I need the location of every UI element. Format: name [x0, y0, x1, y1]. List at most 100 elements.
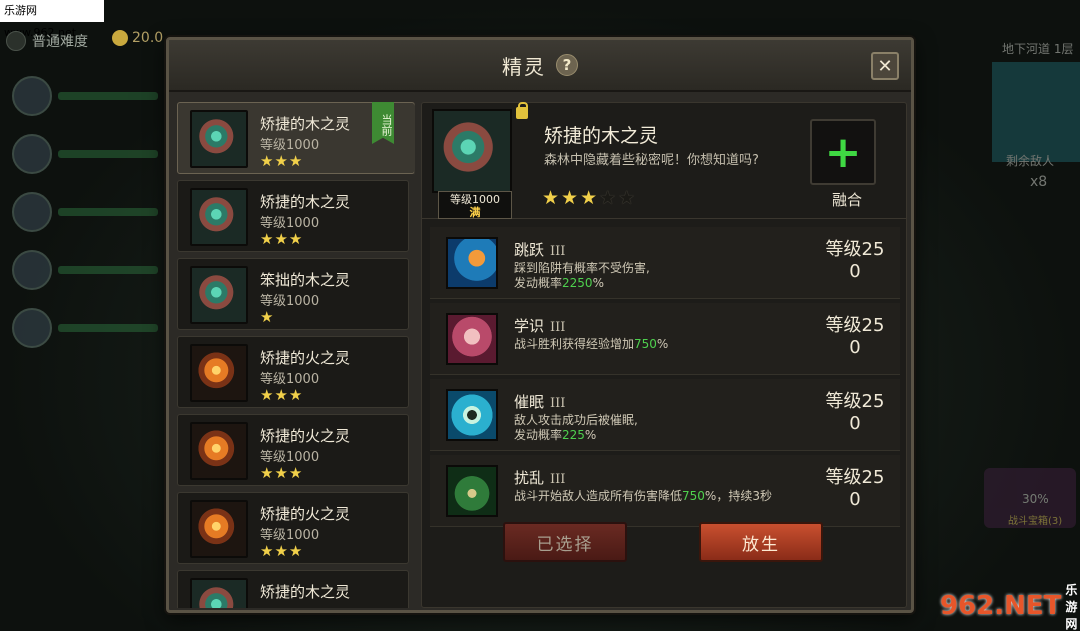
spirit-detail: 等级1000 满 矫捷的木之灵 森林中隐藏着些秘密呢！你想知道吗? ★★★★★ … [421, 102, 907, 608]
chest-percent: 30% [1022, 492, 1049, 506]
skill-row[interactable]: 学识 III 战斗胜利获得经验增加750% 等级250 [430, 303, 900, 375]
remaining-enemies-label: 剩余敌人 [1006, 154, 1055, 168]
skill-desc-line: 踩到陷阱有概率不受伤害, [514, 261, 650, 275]
spirit-portrait [190, 110, 248, 168]
chest-label: 战斗宝箱(3) [1008, 516, 1063, 527]
detail-level-badge: 等级1000 满 [438, 191, 512, 219]
dialog-title: 精灵 [502, 54, 546, 79]
spirit-level: 等级1000 [260, 372, 320, 387]
spirit-stars: ★★★ [260, 152, 304, 170]
close-button[interactable]: ✕ [871, 52, 899, 80]
coin-value: 20.0 [132, 30, 164, 46]
right-hud: 地下河道 1层 剩余敌人 x8 30% 战斗宝箱(3) [912, 36, 1080, 596]
detail-star-rating: ★★★★★ [542, 187, 637, 209]
watermark-logo: 962.NET [940, 591, 1062, 621]
detail-level: 等级1000 [450, 193, 500, 206]
skill-title: 催眠 [514, 393, 545, 411]
skill-desc-value: 2250 [562, 276, 593, 290]
selected-button[interactable]: 已选择 [503, 522, 627, 562]
difficulty-indicator: 普通难度 [6, 28, 88, 54]
skill-desc-line: 战斗开始敌人造成所有伤害降低750%，持续3秒 [514, 489, 814, 504]
spirit-stars: ★ [260, 308, 275, 326]
release-button[interactable]: 放生 [699, 522, 823, 562]
spirit-name: 矫捷的火之灵 [260, 505, 351, 523]
skill-title: 学识 [514, 317, 545, 335]
skill-level: 等级250 [825, 467, 885, 510]
chaos-icon [446, 465, 498, 517]
skill-desc-line: 敌人攻击成功后被催眠, [514, 413, 638, 427]
skill-description: 敌人攻击成功后被催眠, 发动概率225% [514, 413, 814, 443]
skill-row[interactable]: 催眠 III 敌人攻击成功后被催眠, 发动概率225% 等级250 [430, 379, 900, 451]
spirit-portrait [190, 422, 248, 480]
hero-column [12, 76, 158, 348]
skill-title: 跳跃 [514, 241, 545, 259]
skill-rank: III [550, 244, 566, 259]
current-tag: 当前 [372, 102, 394, 144]
skill-description: 战斗开始敌人造成所有伤害降低750%，持续3秒 [514, 489, 814, 504]
spirit-list-item[interactable]: 矫捷的火之灵 等级1000 ★★★ [177, 336, 409, 408]
skill-name: 催眠 III [514, 391, 565, 412]
watermark-top: 乐游网 www.962.net [0, 0, 104, 39]
spirit-list-item[interactable]: 笨拙的木之灵 等级1000 ★ [177, 258, 409, 330]
hero-hp-bar [58, 266, 158, 274]
help-icon[interactable]: ? [556, 54, 578, 76]
hero-hp-bar [58, 324, 158, 332]
skill-description: 战斗胜利获得经验增加750% [514, 337, 814, 352]
lock-icon[interactable] [516, 102, 528, 119]
skill-rank: III [550, 472, 566, 487]
spirit-list-item[interactable]: 矫捷的木之灵 等级1000 ★★★ 当前 [177, 102, 415, 175]
spirit-stars: ★★★ [260, 386, 304, 404]
spirit-level: 等级1000 [260, 216, 320, 231]
detail-header: 等级1000 满 矫捷的木之灵 森林中隐藏着些秘密呢！你想知道吗? ★★★★★ … [422, 102, 906, 219]
skill-list: 跳跃 III 踩到陷阱有概率不受伤害, 发动概率2250% 等级250 学识 III… [430, 227, 900, 531]
spirit-list-item[interactable]: 矫捷的火之灵 等级1000 ★★★ [177, 414, 409, 486]
spirit-list-item[interactable]: 矫捷的木之灵 [177, 570, 409, 608]
spirit-level: 等级1000 [260, 294, 320, 309]
spirit-dialog: 精灵 ? ✕ 矫捷的木之灵 等级1000 ★★★ 当前 矫捷的木之灵 等级1000… [166, 37, 914, 613]
spirit-level: 等级1000 [260, 138, 320, 153]
skill-title: 扰乱 [514, 469, 545, 487]
skill-desc-suffix: % [592, 276, 604, 290]
skill-rank: III [550, 320, 566, 335]
spirit-portrait-large [432, 109, 512, 193]
spirit-portrait [190, 188, 248, 246]
spirit-list-item[interactable]: 矫捷的火之灵 等级1000 ★★★ [177, 492, 409, 564]
skill-description: 踩到陷阱有概率不受伤害, 发动概率2250% [514, 261, 814, 291]
hero-slot [12, 192, 158, 232]
spirit-portrait [190, 500, 248, 558]
remaining-enemies-count: x8 [1030, 174, 1048, 190]
spirit-name: 矫捷的木之灵 [260, 193, 351, 211]
skill-desc-suffix: %，持续3秒 [704, 489, 772, 503]
jump-icon [446, 237, 498, 289]
selection-arrow [414, 103, 415, 175]
skill-desc-value: 225 [562, 428, 585, 442]
skill-desc-prefix: 发动概率 [514, 276, 563, 290]
watermark-bottom-right: 962.NET 乐游网 [940, 581, 1080, 631]
difficulty-label: 普通难度 [32, 34, 88, 50]
hero-slot [12, 76, 158, 116]
spirit-list[interactable]: 矫捷的木之灵 等级1000 ★★★ 当前 矫捷的木之灵 等级1000 ★★★ 笨拙… [177, 102, 415, 608]
spirit-name: 矫捷的火之灵 [260, 427, 351, 445]
watermark-site: 乐游网 [1065, 582, 1078, 631]
hero-avatar [12, 250, 52, 290]
spirit-stars: ★★★ [260, 542, 304, 560]
skill-desc-line: 发动概率2250% [514, 276, 814, 291]
skill-row[interactable]: 扰乱 III 战斗开始敌人造成所有伤害降低750%，持续3秒 等级250 [430, 455, 900, 527]
hero-hp-bar [58, 150, 158, 158]
skill-desc-suffix: % [584, 428, 597, 442]
hero-avatar [12, 308, 52, 348]
skill-name: 跳跃 III [514, 239, 565, 260]
fuse-button[interactable]: + [810, 119, 876, 185]
hero-slot [12, 308, 158, 348]
skill-desc-value: 750 [682, 489, 705, 503]
spirit-level: 等级1000 [260, 450, 320, 465]
difficulty-icon [6, 31, 26, 51]
skill-name: 扰乱 III [514, 467, 565, 488]
skill-row[interactable]: 跳跃 III 踩到陷阱有概率不受伤害, 发动概率2250% 等级250 [430, 227, 900, 299]
spirit-stars: ★★★ [260, 230, 304, 248]
spirit-list-item[interactable]: 矫捷的木之灵 等级1000 ★★★ [177, 180, 409, 252]
spirit-name: 矫捷的木之灵 [260, 115, 351, 133]
skill-level: 等级250 [825, 239, 885, 282]
spirit-portrait [190, 578, 248, 608]
skill-desc-value: 750 [634, 337, 657, 351]
